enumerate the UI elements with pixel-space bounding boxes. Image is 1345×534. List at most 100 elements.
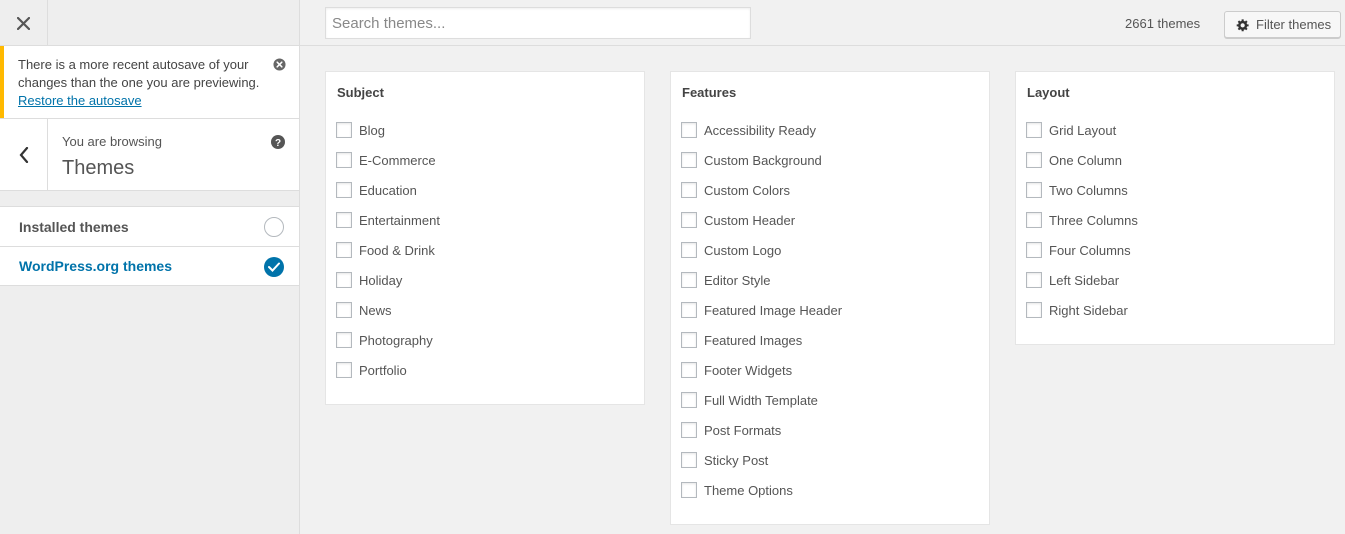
filter-option[interactable]: News [336,302,644,332]
wordpress-org-themes-option[interactable]: WordPress.org themes [0,246,299,286]
filter-label: Education [359,183,417,198]
filter-option[interactable]: E-Commerce [336,152,644,182]
filter-option[interactable]: Footer Widgets [681,362,989,392]
filter-option[interactable]: Four Columns [1026,242,1334,272]
filter-label: Custom Colors [704,183,790,198]
filter-checkbox[interactable] [1026,122,1042,138]
filter-checkbox[interactable] [681,452,697,468]
filter-label: Two Columns [1049,183,1128,198]
filter-label: Theme Options [704,483,793,498]
filter-option[interactable]: Featured Image Header [681,302,989,332]
filter-option[interactable]: Food & Drink [336,242,644,272]
filter-label: Holiday [359,273,403,288]
filter-checkbox[interactable] [336,332,352,348]
filter-checkbox[interactable] [681,182,697,198]
filter-checkbox[interactable] [681,272,697,288]
filter-option[interactable]: Custom Header [681,212,989,242]
filter-label: Footer Widgets [704,363,793,378]
filter-label: Accessibility Ready [704,123,816,138]
themes-toolbar: 2661 themes Filter themes [300,0,1345,46]
installed-themes-option[interactable]: Installed themes [0,206,299,246]
filter-label: Food & Drink [359,243,435,258]
filter-option[interactable]: Entertainment [336,212,644,242]
filter-label: Sticky Post [704,453,769,468]
browsing-label: You are browsing [62,134,162,149]
filter-option[interactable]: Portfolio [336,362,644,392]
filter-option[interactable]: Sticky Post [681,452,989,482]
checkmark-icon[interactable] [264,257,284,277]
filter-checkbox[interactable] [681,392,697,408]
filter-option[interactable]: Blog [336,122,644,152]
sidebar-header [0,0,299,46]
filter-label: Photography [359,333,433,348]
filter-themes-button[interactable]: Filter themes [1224,11,1341,38]
filter-option[interactable]: Featured Images [681,332,989,362]
filter-checkbox[interactable] [1026,182,1042,198]
filter-checkbox[interactable] [681,242,697,258]
filter-option[interactable]: Holiday [336,272,644,302]
filter-checkbox[interactable] [681,422,697,438]
filter-checkbox[interactable] [336,122,352,138]
filter-option[interactable]: Photography [336,332,644,362]
filter-checkbox[interactable] [681,362,697,378]
filter-option[interactable]: Custom Background [681,152,989,182]
filter-option[interactable]: One Column [1026,152,1334,182]
customizer-sidebar: There is a more recent autosave of your … [0,0,300,534]
filter-option[interactable]: Post Formats [681,422,989,452]
filter-checkbox[interactable] [336,182,352,198]
search-input[interactable] [325,7,751,39]
filter-checkbox[interactable] [336,302,352,318]
filter-checkbox[interactable] [1026,212,1042,228]
filter-checkbox[interactable] [681,482,697,498]
filter-checkbox[interactable] [336,362,352,378]
filter-option[interactable]: Full Width Template [681,392,989,422]
filter-option[interactable]: Editor Style [681,272,989,302]
filter-option[interactable]: Accessibility Ready [681,122,989,152]
filter-checkbox[interactable] [1026,152,1042,168]
group-title: Layout [1027,85,1070,100]
filter-option[interactable]: Grid Layout [1026,122,1334,152]
filter-checkbox[interactable] [1026,272,1042,288]
layout-list: Grid Layout One Column Two Columns Three Co… [1016,122,1334,344]
subject-filter-group: Subject Blog E-Commerce Education Entertain… [325,71,645,405]
filter-label: Left Sidebar [1049,273,1120,288]
close-icon [17,16,30,30]
close-button[interactable] [0,0,48,46]
filter-checkbox[interactable] [681,332,697,348]
autosave-notice: There is a more recent autosave of your … [0,46,299,118]
features-filter-group: Features Accessibility Ready Custom Backg… [670,71,990,525]
filter-label: Featured Image Header [704,303,843,318]
filter-checkbox[interactable] [1026,242,1042,258]
filter-option[interactable]: Right Sidebar [1026,302,1334,332]
filter-label: E-Commerce [359,153,436,168]
filter-checkbox[interactable] [336,242,352,258]
filter-option[interactable]: Custom Logo [681,242,989,272]
filter-option[interactable]: Theme Options [681,482,989,512]
filter-label: Right Sidebar [1049,303,1128,318]
filter-checkbox[interactable] [336,152,352,168]
filter-label: Blog [359,123,386,138]
filter-option[interactable]: Education [336,182,644,212]
restore-autosave-link[interactable]: Restore the autosave [18,93,142,108]
panel-title: Themes [62,157,135,179]
themes-main: 2661 themes Filter themes Subject Blog E-… [300,0,1345,534]
dismiss-icon[interactable] [273,58,286,71]
filter-checkbox[interactable] [336,212,352,228]
filter-checkbox[interactable] [1026,302,1042,318]
filter-checkbox[interactable] [681,152,697,168]
filter-option[interactable]: Left Sidebar [1026,272,1334,302]
unselected-radio-icon[interactable] [264,217,284,237]
features-list: Accessibility Ready Custom Background Cust… [671,122,989,524]
help-icon[interactable]: ? [271,135,285,149]
filter-checkbox[interactable] [681,122,697,138]
filter-checkbox[interactable] [681,302,697,318]
gear-icon [1236,18,1249,31]
filter-option[interactable]: Custom Colors [681,182,989,212]
filter-label: Grid Layout [1049,123,1117,138]
notice-message: There is a more recent autosave of your … [18,57,260,90]
filter-checkbox[interactable] [681,212,697,228]
filter-option[interactable]: Three Columns [1026,212,1334,242]
filter-checkbox[interactable] [336,272,352,288]
filter-option[interactable]: Two Columns [1026,182,1334,212]
back-button[interactable] [0,119,48,190]
